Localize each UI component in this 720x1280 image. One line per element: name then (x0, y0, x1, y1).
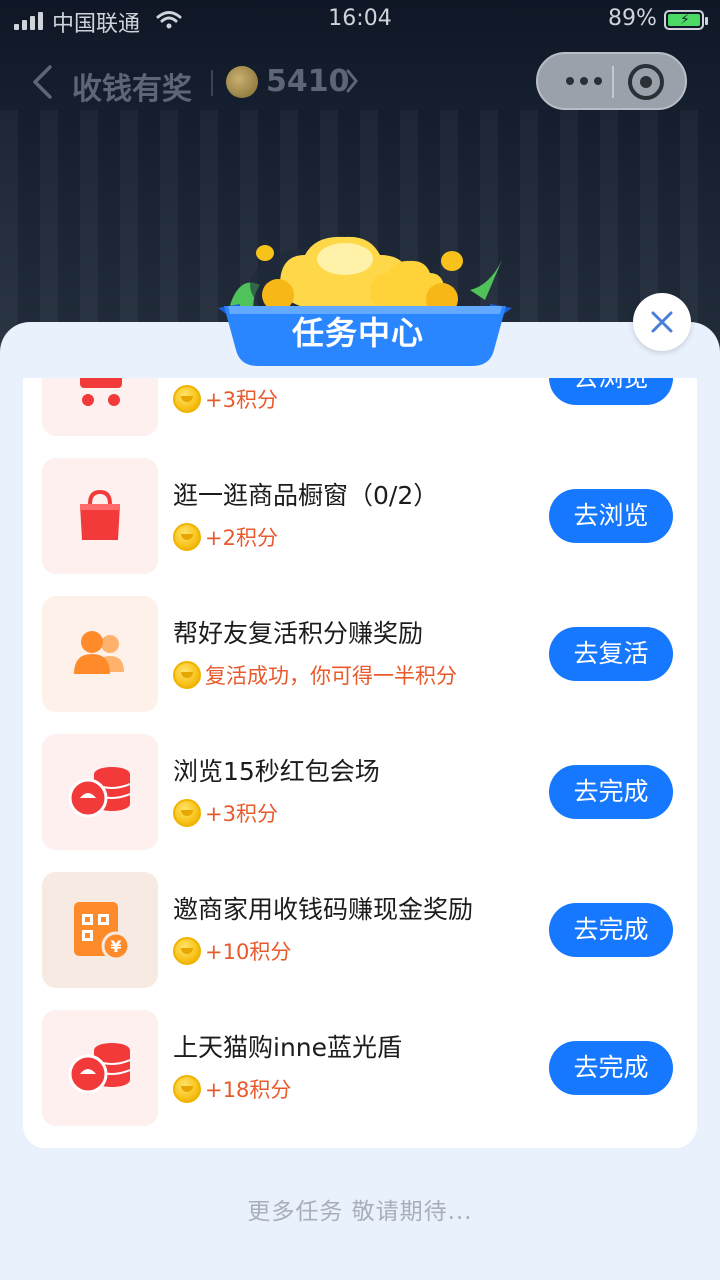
task-icon-box (42, 734, 158, 850)
more-icon[interactable] (560, 66, 608, 96)
list-item: +3积分 去浏览 (23, 378, 697, 436)
sheet-title: 任务中心 (291, 314, 424, 352)
points-coin-icon (226, 66, 258, 98)
chevron-right-icon[interactable] (345, 68, 359, 94)
task-title: 邀商家用收钱码赚现金奖励 (173, 895, 474, 924)
task-reward: 复活成功，你可得一半积分 (205, 664, 457, 688)
task-list: +3积分 去浏览 逛一逛商品橱窗（0/2） +2积分 去浏览 (23, 378, 697, 1148)
miniprogram-close-icon[interactable] (628, 64, 664, 100)
task-action-button[interactable]: 去浏览 (549, 378, 673, 405)
task-icon-box: ¥ (42, 872, 158, 988)
coin-stack-icon (68, 767, 131, 818)
task-reward: +3积分 (205, 802, 278, 826)
task-title: 浏览15秒红包会场 (173, 757, 380, 786)
shopping-cart-icon (80, 378, 122, 406)
friends-icon (74, 631, 124, 674)
task-reward: +3积分 (205, 388, 278, 412)
list-item: 逛一逛商品橱窗（0/2） +2积分 去浏览 (23, 458, 697, 574)
list-item: 上天猫购inne蓝光盾 +18积分 去完成 (23, 1010, 697, 1126)
battery-icon: ⚡ (664, 10, 708, 30)
coin-icon (173, 385, 201, 413)
back-arrow-icon[interactable] (30, 64, 54, 100)
task-icon-box (42, 458, 158, 574)
nav-bar: 收钱有奖 5410 (0, 52, 720, 112)
task-reward: +2积分 (205, 526, 278, 550)
task-title: 上天猫购inne蓝光盾 (173, 1033, 403, 1062)
points-balance[interactable]: 5410 (266, 64, 350, 99)
miniprogram-capsule (536, 52, 687, 110)
nav-divider (211, 70, 213, 96)
task-reward: +10积分 (205, 940, 292, 964)
task-action-button[interactable]: 去完成 (549, 903, 673, 957)
list-item: 浏览15秒红包会场 +3积分 去完成 (23, 734, 697, 850)
task-action-button[interactable]: 去复活 (549, 627, 673, 681)
coin-icon (173, 523, 201, 551)
more-tasks-footer: 更多任务 敬请期待... (247, 1199, 473, 1225)
status-bar: 中国联通 16:04 89% ⚡ (0, 0, 720, 40)
battery-percent: 89% (608, 6, 657, 31)
task-title: 逛一逛商品橱窗（0/2） (173, 481, 439, 510)
task-action-button[interactable]: 去完成 (549, 1041, 673, 1095)
coin-icon (173, 937, 201, 965)
task-icon-box (42, 596, 158, 712)
coin-stack-icon (68, 1043, 131, 1094)
task-title: 帮好友复活积分赚奖励 (173, 619, 424, 648)
close-sheet-button[interactable] (633, 293, 691, 351)
coin-icon (173, 661, 201, 689)
task-reward: +18积分 (205, 1078, 292, 1102)
qr-code-yuan-icon: ¥ (74, 902, 131, 961)
task-icon-box (42, 1010, 158, 1126)
page-title: 收钱有奖 (72, 72, 192, 107)
list-item: ¥ 邀商家用收钱码赚现金奖励 +10积分 去完成 (23, 872, 697, 988)
shopping-bag-icon (80, 489, 120, 540)
list-item: 帮好友复活积分赚奖励 复活成功，你可得一半积分 去复活 (23, 596, 697, 712)
coin-icon (173, 799, 201, 827)
close-icon (651, 311, 673, 333)
task-action-button[interactable]: 去完成 (549, 765, 673, 819)
svg-text:¥: ¥ (110, 937, 121, 956)
coin-icon (173, 1075, 201, 1103)
task-icon-box (42, 378, 158, 436)
task-action-button[interactable]: 去浏览 (549, 489, 673, 543)
